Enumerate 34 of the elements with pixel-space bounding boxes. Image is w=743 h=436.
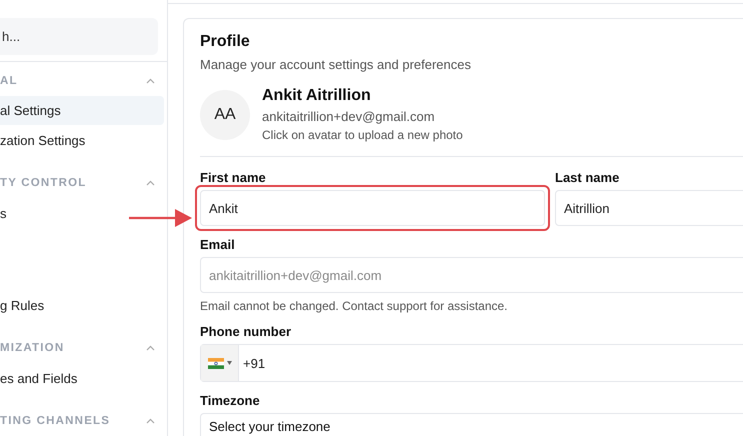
sidebar-item[interactable]: al Settings bbox=[0, 96, 164, 125]
chevron-icon[interactable] bbox=[146, 78, 155, 84]
country-select[interactable] bbox=[201, 345, 239, 381]
field-label: Timezone bbox=[200, 393, 261, 408]
section-title: AL bbox=[0, 75, 18, 87]
user-name: Ankit Aitrillion bbox=[262, 87, 372, 105]
chevron-icon[interactable] bbox=[146, 418, 155, 424]
search-field[interactable]: h... bbox=[0, 18, 158, 55]
card-title: Profile bbox=[200, 33, 251, 51]
field-label: Phone number bbox=[200, 324, 292, 339]
field-label: Last name bbox=[555, 170, 620, 185]
name-input[interactable]: Ankit bbox=[195, 185, 550, 231]
phone-input[interactable]: +91 bbox=[200, 344, 743, 382]
sidebar-item[interactable]: g Rules bbox=[0, 291, 164, 320]
sidebar-item[interactable]: zation Settings bbox=[0, 126, 164, 155]
section-title: MIZATION bbox=[0, 342, 64, 354]
flag-icon bbox=[208, 358, 224, 368]
section-title: TY CONTROL bbox=[0, 177, 87, 189]
user-email: ankitaitrillion+dev@gmail.com bbox=[262, 109, 436, 124]
field-label: Email bbox=[200, 237, 236, 252]
help-text: Email cannot be changed. Contact support for assistance. bbox=[200, 299, 509, 313]
section-title: TING CHANNELS bbox=[0, 415, 110, 427]
avatar[interactable]: AA bbox=[200, 90, 250, 140]
timezone-select[interactable]: Select your timezone bbox=[200, 413, 743, 436]
caret-icon bbox=[226, 361, 232, 365]
dial-code: +91 bbox=[242, 356, 266, 370]
sidebar-item[interactable]: es and Fields bbox=[0, 364, 164, 393]
chevron-icon[interactable] bbox=[146, 180, 155, 186]
card-subtitle: Manage your account settings and preferences bbox=[200, 57, 472, 72]
avatar-hint: Click on avatar to upload a new photo bbox=[262, 128, 463, 142]
arrow-icon bbox=[129, 208, 193, 228]
sidebar-item[interactable]: s bbox=[0, 199, 164, 228]
field-label: First name bbox=[200, 170, 267, 185]
chevron-icon[interactable] bbox=[146, 345, 155, 351]
